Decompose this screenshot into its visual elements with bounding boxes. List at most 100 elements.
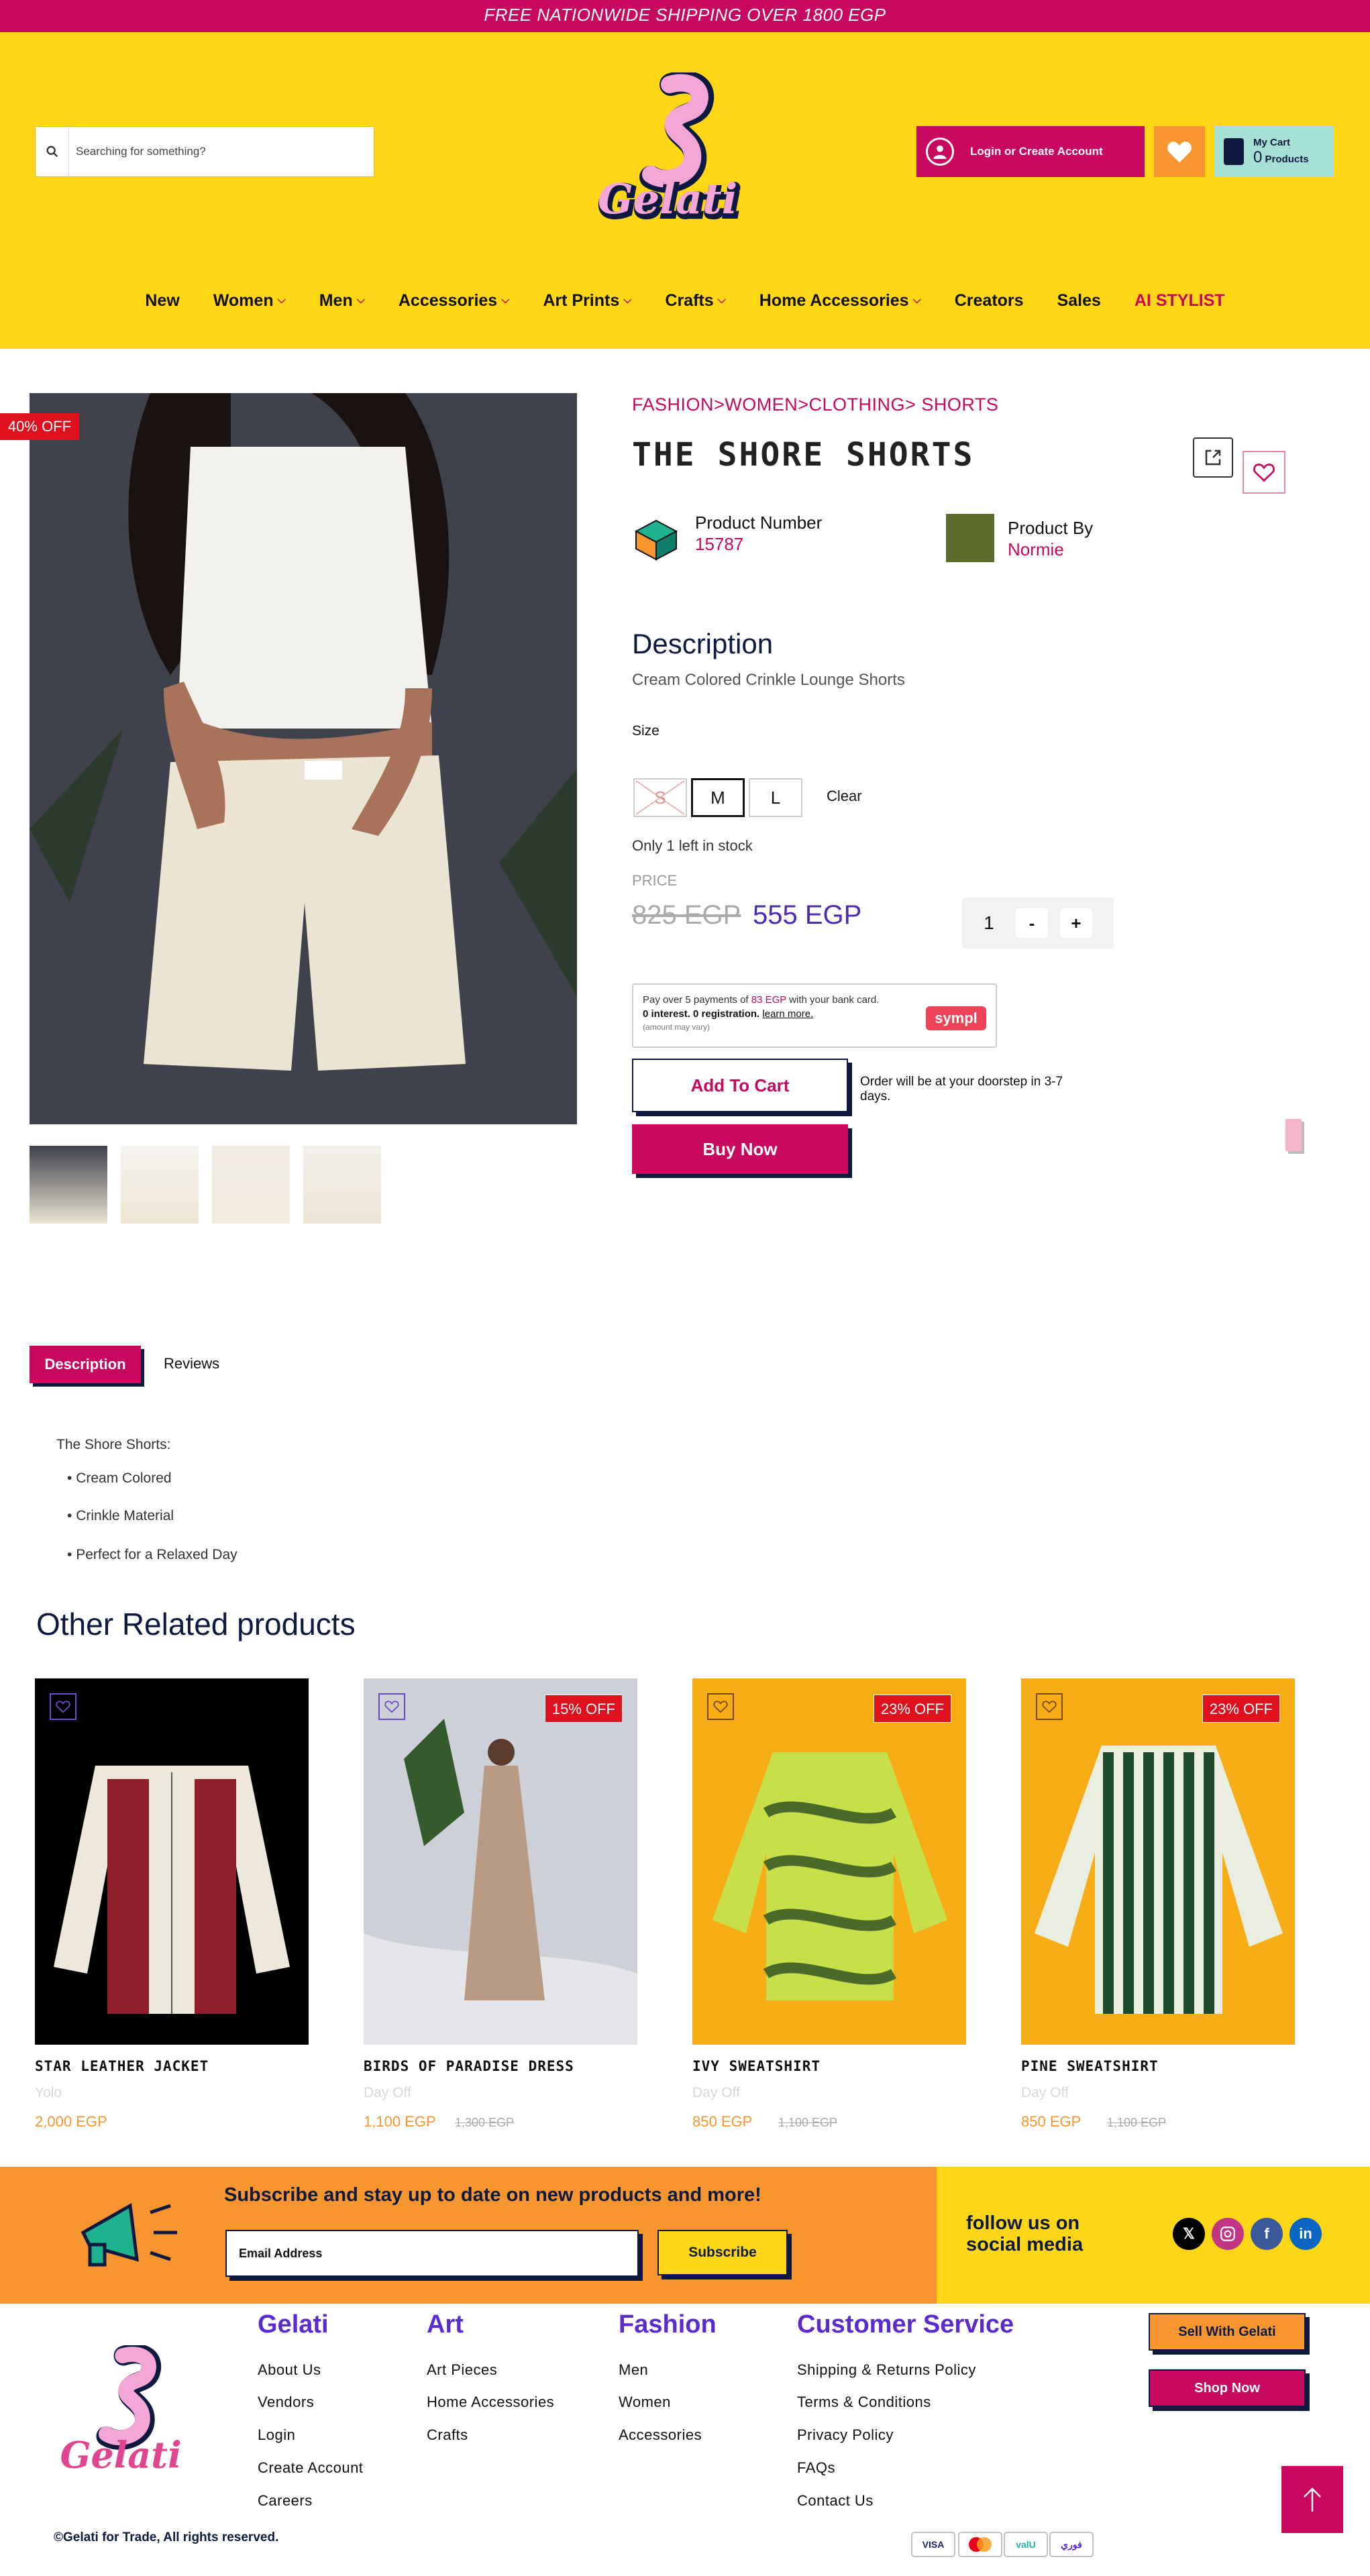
footer-heading-customer-service: Customer Service — [797, 2310, 1014, 2339]
product-card-name[interactable]: PINE SWEATSHIRT — [1021, 2058, 1159, 2074]
main-nav: New Women ⌵ Men ⌵ Accessories ⌵ Art Prints ⌵… — [0, 288, 1370, 313]
mastercard-icon — [958, 2532, 1002, 2557]
share-button[interactable] — [1193, 437, 1233, 478]
breadcrumb[interactable]: FASHION>WOMEN>CLOTHING> SHORTS — [632, 394, 998, 415]
quantity-value[interactable]: 1 — [962, 912, 1016, 934]
footer-link[interactable]: Careers — [258, 2492, 313, 2510]
email-field[interactable]: Email Address — [225, 2230, 639, 2277]
product-thumbnail[interactable] — [212, 1146, 290, 1224]
product-card-name[interactable]: IVY SWEATSHIRT — [692, 2058, 821, 2074]
floating-tab[interactable] — [1285, 1119, 1302, 1151]
footer-heading-gelati: Gelati — [258, 2310, 329, 2339]
x-icon[interactable]: 𝕏 — [1173, 2218, 1205, 2250]
footer-link[interactable]: FAQs — [797, 2459, 835, 2477]
follow-us-label: follow us on social media — [966, 2212, 1084, 2255]
size-option-l[interactable]: L — [749, 778, 802, 817]
footer-link[interactable]: Login — [258, 2426, 295, 2444]
nav-item-accessories[interactable]: Accessories ⌵ — [399, 288, 509, 313]
description-text: Cream Colored Crinkle Lounge Shorts — [632, 671, 905, 689]
discount-badge: 23% OFF — [1202, 1695, 1280, 1723]
subscribe-button[interactable]: Subscribe — [657, 2230, 788, 2275]
chevron-down-icon: ⌵ — [623, 294, 632, 306]
cart-unit: Products — [1265, 153, 1309, 165]
description-title: Description — [632, 628, 774, 659]
login-button[interactable]: Login or Create Account — [916, 126, 1145, 177]
product-card[interactable]: 23% OFF — [1021, 1678, 1295, 2045]
footer-logo[interactable]: Gelati — [54, 2343, 188, 2479]
nav-item-new[interactable]: New — [145, 288, 179, 313]
tab-reviews[interactable]: Reviews — [164, 1355, 219, 1373]
nav-item-men[interactable]: Men ⌵ — [319, 288, 365, 313]
product-card-name[interactable]: BIRDS OF PARADISE DRESS — [364, 2058, 574, 2074]
shop-now-button[interactable]: Shop Now — [1149, 2369, 1306, 2407]
cart-button[interactable]: My Cart 0 Products — [1214, 126, 1334, 177]
decrease-quantity-button[interactable]: - — [1016, 908, 1048, 938]
footer-link[interactable]: Men — [619, 2361, 648, 2379]
nav-item-ai-stylist[interactable]: AI STYLIST — [1135, 288, 1225, 313]
heart-icon[interactable] — [50, 1693, 76, 1720]
footer-link[interactable]: Crafts — [427, 2426, 468, 2444]
footer-link[interactable]: Contact Us — [797, 2492, 874, 2510]
footer-heading-art: Art — [427, 2310, 464, 2339]
increase-quantity-button[interactable]: + — [1060, 908, 1092, 938]
add-to-cart-button[interactable]: Add To Cart — [632, 1059, 848, 1112]
product-card-price: 850 EGP — [692, 2113, 753, 2130]
product-main-image[interactable] — [30, 393, 577, 1124]
size-option-s[interactable]: S — [633, 778, 687, 817]
footer-link[interactable]: Vendors — [258, 2394, 314, 2411]
footer-link[interactable]: Shipping & Returns Policy — [797, 2361, 976, 2379]
instagram-icon[interactable] — [1212, 2218, 1244, 2250]
search-icon[interactable] — [36, 126, 69, 177]
product-card[interactable]: 23% OFF — [692, 1678, 966, 2045]
product-card[interactable] — [35, 1678, 309, 2045]
vendor-link[interactable]: Normie — [1008, 539, 1064, 560]
nav-item-home-accessories[interactable]: Home Accessories ⌵ — [759, 288, 921, 313]
footer-link[interactable]: Accessories — [619, 2426, 702, 2444]
footer-link[interactable]: About Us — [258, 2361, 321, 2379]
product-card-name[interactable]: STAR LEATHER JACKET — [35, 2058, 209, 2074]
sell-with-gelati-button[interactable]: Sell With Gelati — [1149, 2313, 1306, 2351]
search-input[interactable]: Searching for something? — [69, 145, 206, 158]
product-card-price: 2,000 EGP — [35, 2113, 107, 2130]
footer-link[interactable]: Women — [619, 2394, 671, 2411]
footer-link[interactable]: Create Account — [258, 2459, 363, 2477]
tab-description[interactable]: Description — [30, 1346, 141, 1383]
footer-link[interactable]: Terms & Conditions — [797, 2394, 931, 2411]
megaphone-icon — [70, 2192, 184, 2273]
product-thumbnail[interactable] — [30, 1146, 107, 1224]
chevron-down-icon: ⌵ — [501, 294, 510, 306]
learn-more-link[interactable]: learn more. — [762, 1008, 813, 1020]
footer-link[interactable]: Privacy Policy — [797, 2426, 894, 2444]
nav-item-art-prints[interactable]: Art Prints ⌵ — [543, 288, 631, 313]
quantity-stepper: 1 - + — [962, 898, 1114, 949]
nav-item-women[interactable]: Women ⌵ — [213, 288, 286, 313]
clear-size-button[interactable]: Clear — [827, 788, 862, 805]
buy-now-button[interactable]: Buy Now — [632, 1124, 848, 1174]
product-card-vendor: Day Off — [1021, 2085, 1069, 2100]
footer-link[interactable]: Home Accessories — [427, 2394, 554, 2411]
heart-icon[interactable] — [378, 1693, 405, 1720]
valu-icon: valU — [1004, 2532, 1048, 2557]
size-option-m[interactable]: M — [691, 778, 745, 817]
sale-price: 555 EGP — [753, 900, 862, 930]
heart-icon[interactable] — [707, 1693, 734, 1720]
wishlist-button[interactable] — [1154, 126, 1205, 177]
search-bar[interactable]: Searching for something? — [35, 126, 374, 177]
facebook-icon[interactable]: f — [1251, 2218, 1283, 2250]
visa-icon: VISA — [911, 2532, 955, 2557]
product-thumbnail[interactable] — [303, 1146, 381, 1224]
vendor-logo[interactable] — [946, 514, 994, 562]
chevron-down-icon: ⌵ — [912, 294, 921, 306]
linkedin-icon[interactable]: in — [1289, 2218, 1322, 2250]
scroll-to-top-button[interactable] — [1281, 2466, 1343, 2533]
nav-item-crafts[interactable]: Crafts ⌵ — [665, 288, 725, 313]
product-thumbnail[interactable] — [121, 1146, 199, 1224]
add-to-wishlist-button[interactable] — [1243, 451, 1285, 494]
heart-icon[interactable] — [1036, 1693, 1063, 1720]
footer-link[interactable]: Art Pieces — [427, 2361, 497, 2379]
nav-item-sales[interactable]: Sales — [1057, 288, 1101, 313]
gelati-logo[interactable]: Gelati Gelati — [590, 70, 745, 229]
nav-item-creators[interactable]: Creators — [955, 288, 1024, 313]
product-card[interactable]: 15% OFF — [364, 1678, 637, 2045]
promo-banner: FREE NATIONWIDE SHIPPING OVER 1800 EGP — [0, 0, 1370, 32]
